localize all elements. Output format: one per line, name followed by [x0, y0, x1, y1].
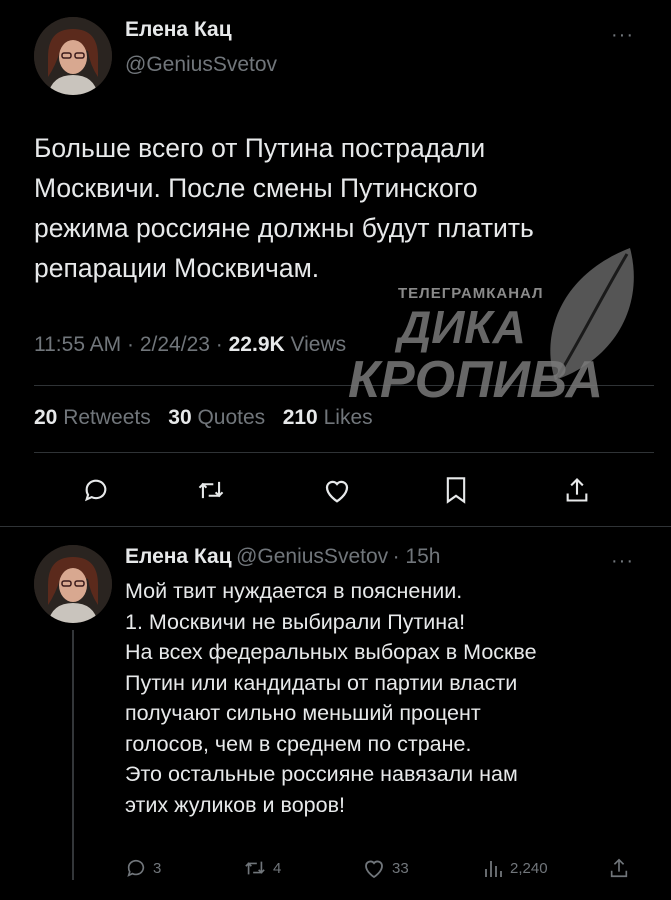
meta-separator: ·	[215, 333, 223, 356]
quotes-label: Quotes	[197, 406, 266, 429]
likes-stat[interactable]: 210 Likes	[283, 406, 373, 429]
reply-text-line: Это остальные россияне навязали нам	[125, 762, 518, 786]
thread-line	[72, 630, 74, 880]
replies-count: 3	[153, 859, 162, 877]
engagement-stats: 20 Retweets 30 Quotes 210 Likes	[34, 406, 373, 430]
retweets-count: 20	[34, 406, 58, 429]
tweet-text-line: репарации Москвичам.	[34, 253, 320, 283]
tweet-date[interactable]: 2/24/23	[140, 333, 210, 356]
reply-avatar[interactable]	[34, 545, 112, 623]
views-count: 22.9K	[228, 333, 285, 356]
divider	[34, 385, 654, 386]
share-icon[interactable]	[608, 857, 630, 879]
retweet-icon[interactable]	[243, 857, 267, 879]
meta-separator: ·	[127, 333, 135, 356]
reply-views[interactable]: 2,240	[482, 857, 548, 879]
share-icon[interactable]	[564, 476, 590, 504]
watermark-title: КРОПИВА	[348, 351, 604, 409]
heart-icon[interactable]	[322, 476, 352, 504]
likes-count: 210	[282, 406, 318, 429]
retweets-stat[interactable]: 20 Retweets	[34, 406, 151, 429]
reply-text-line: Путин или кандидаты от партии власти	[125, 670, 518, 695]
reply-text-line: 1. Москвичи не выбирали Путина!	[125, 609, 466, 634]
likes-count: 33	[392, 859, 409, 877]
reply-text: Мой твит нуждается в пояснении. 1. Москв…	[125, 576, 665, 820]
bookmark-icon[interactable]	[444, 476, 468, 504]
reply-text-line: голосов, чем в среднем по стране.	[125, 731, 472, 756]
tweet-text: Больше всего от Путина пострадали Москви…	[34, 128, 654, 288]
bar-chart-icon[interactable]	[482, 857, 504, 879]
comment-icon[interactable]	[82, 476, 110, 504]
retweets-label: Retweets	[63, 406, 151, 429]
more-dots-icon[interactable]: ···	[611, 551, 634, 571]
tweet-time[interactable]: 11:55 AM	[34, 333, 121, 356]
retweet-icon[interactable]	[196, 476, 226, 504]
tweet-text-line: Больше всего от Путина пострадали	[34, 133, 486, 163]
retweets-count: 4	[273, 859, 282, 877]
author-avatar[interactable]	[34, 17, 112, 95]
reply-text-line: На всех федеральных выборах в Москве	[125, 640, 537, 664]
reply-age[interactable]: · 15h	[393, 545, 441, 568]
reply-replies[interactable]: 3	[125, 857, 161, 879]
likes-label: Likes	[323, 406, 373, 429]
author-handle[interactable]: @GeniusSvetov	[125, 53, 277, 77]
views-count: 2,240	[510, 859, 548, 877]
tweet-text-line: режима россияне должны будут платить	[34, 213, 534, 243]
tweet-meta: 11:55 AM · 2/24/23 · 22.9K Views	[34, 333, 346, 357]
reply-text-line: получают сильно меньший процент	[125, 701, 481, 725]
quotes-stat[interactable]: 30 Quotes	[168, 406, 265, 429]
heart-icon[interactable]	[362, 857, 386, 879]
tweet-text-line: Москвичи. После смены Путинского	[34, 173, 478, 203]
reply-text-line: Мой твит нуждается в пояснении.	[125, 579, 463, 603]
divider	[34, 452, 654, 453]
more-dots-icon[interactable]: ···	[611, 25, 634, 45]
reply-header: Елена Кац @GeniusSvetov · 15h	[125, 545, 440, 569]
reply-retweets[interactable]: 4	[243, 857, 281, 879]
reply-likes[interactable]: 33	[362, 857, 409, 879]
reply-author-name[interactable]: Елена Кац	[125, 545, 232, 568]
reply-text-line: этих жуликов и воров!	[125, 792, 345, 817]
watermark-title: ДИКА	[398, 301, 526, 353]
comment-icon[interactable]	[125, 857, 147, 879]
author-name[interactable]: Елена Кац	[125, 18, 232, 42]
quotes-count: 30	[168, 406, 192, 429]
reply-author-handle[interactable]: @GeniusSvetov	[236, 545, 388, 568]
divider	[0, 526, 671, 527]
views-label: Views	[290, 333, 347, 356]
